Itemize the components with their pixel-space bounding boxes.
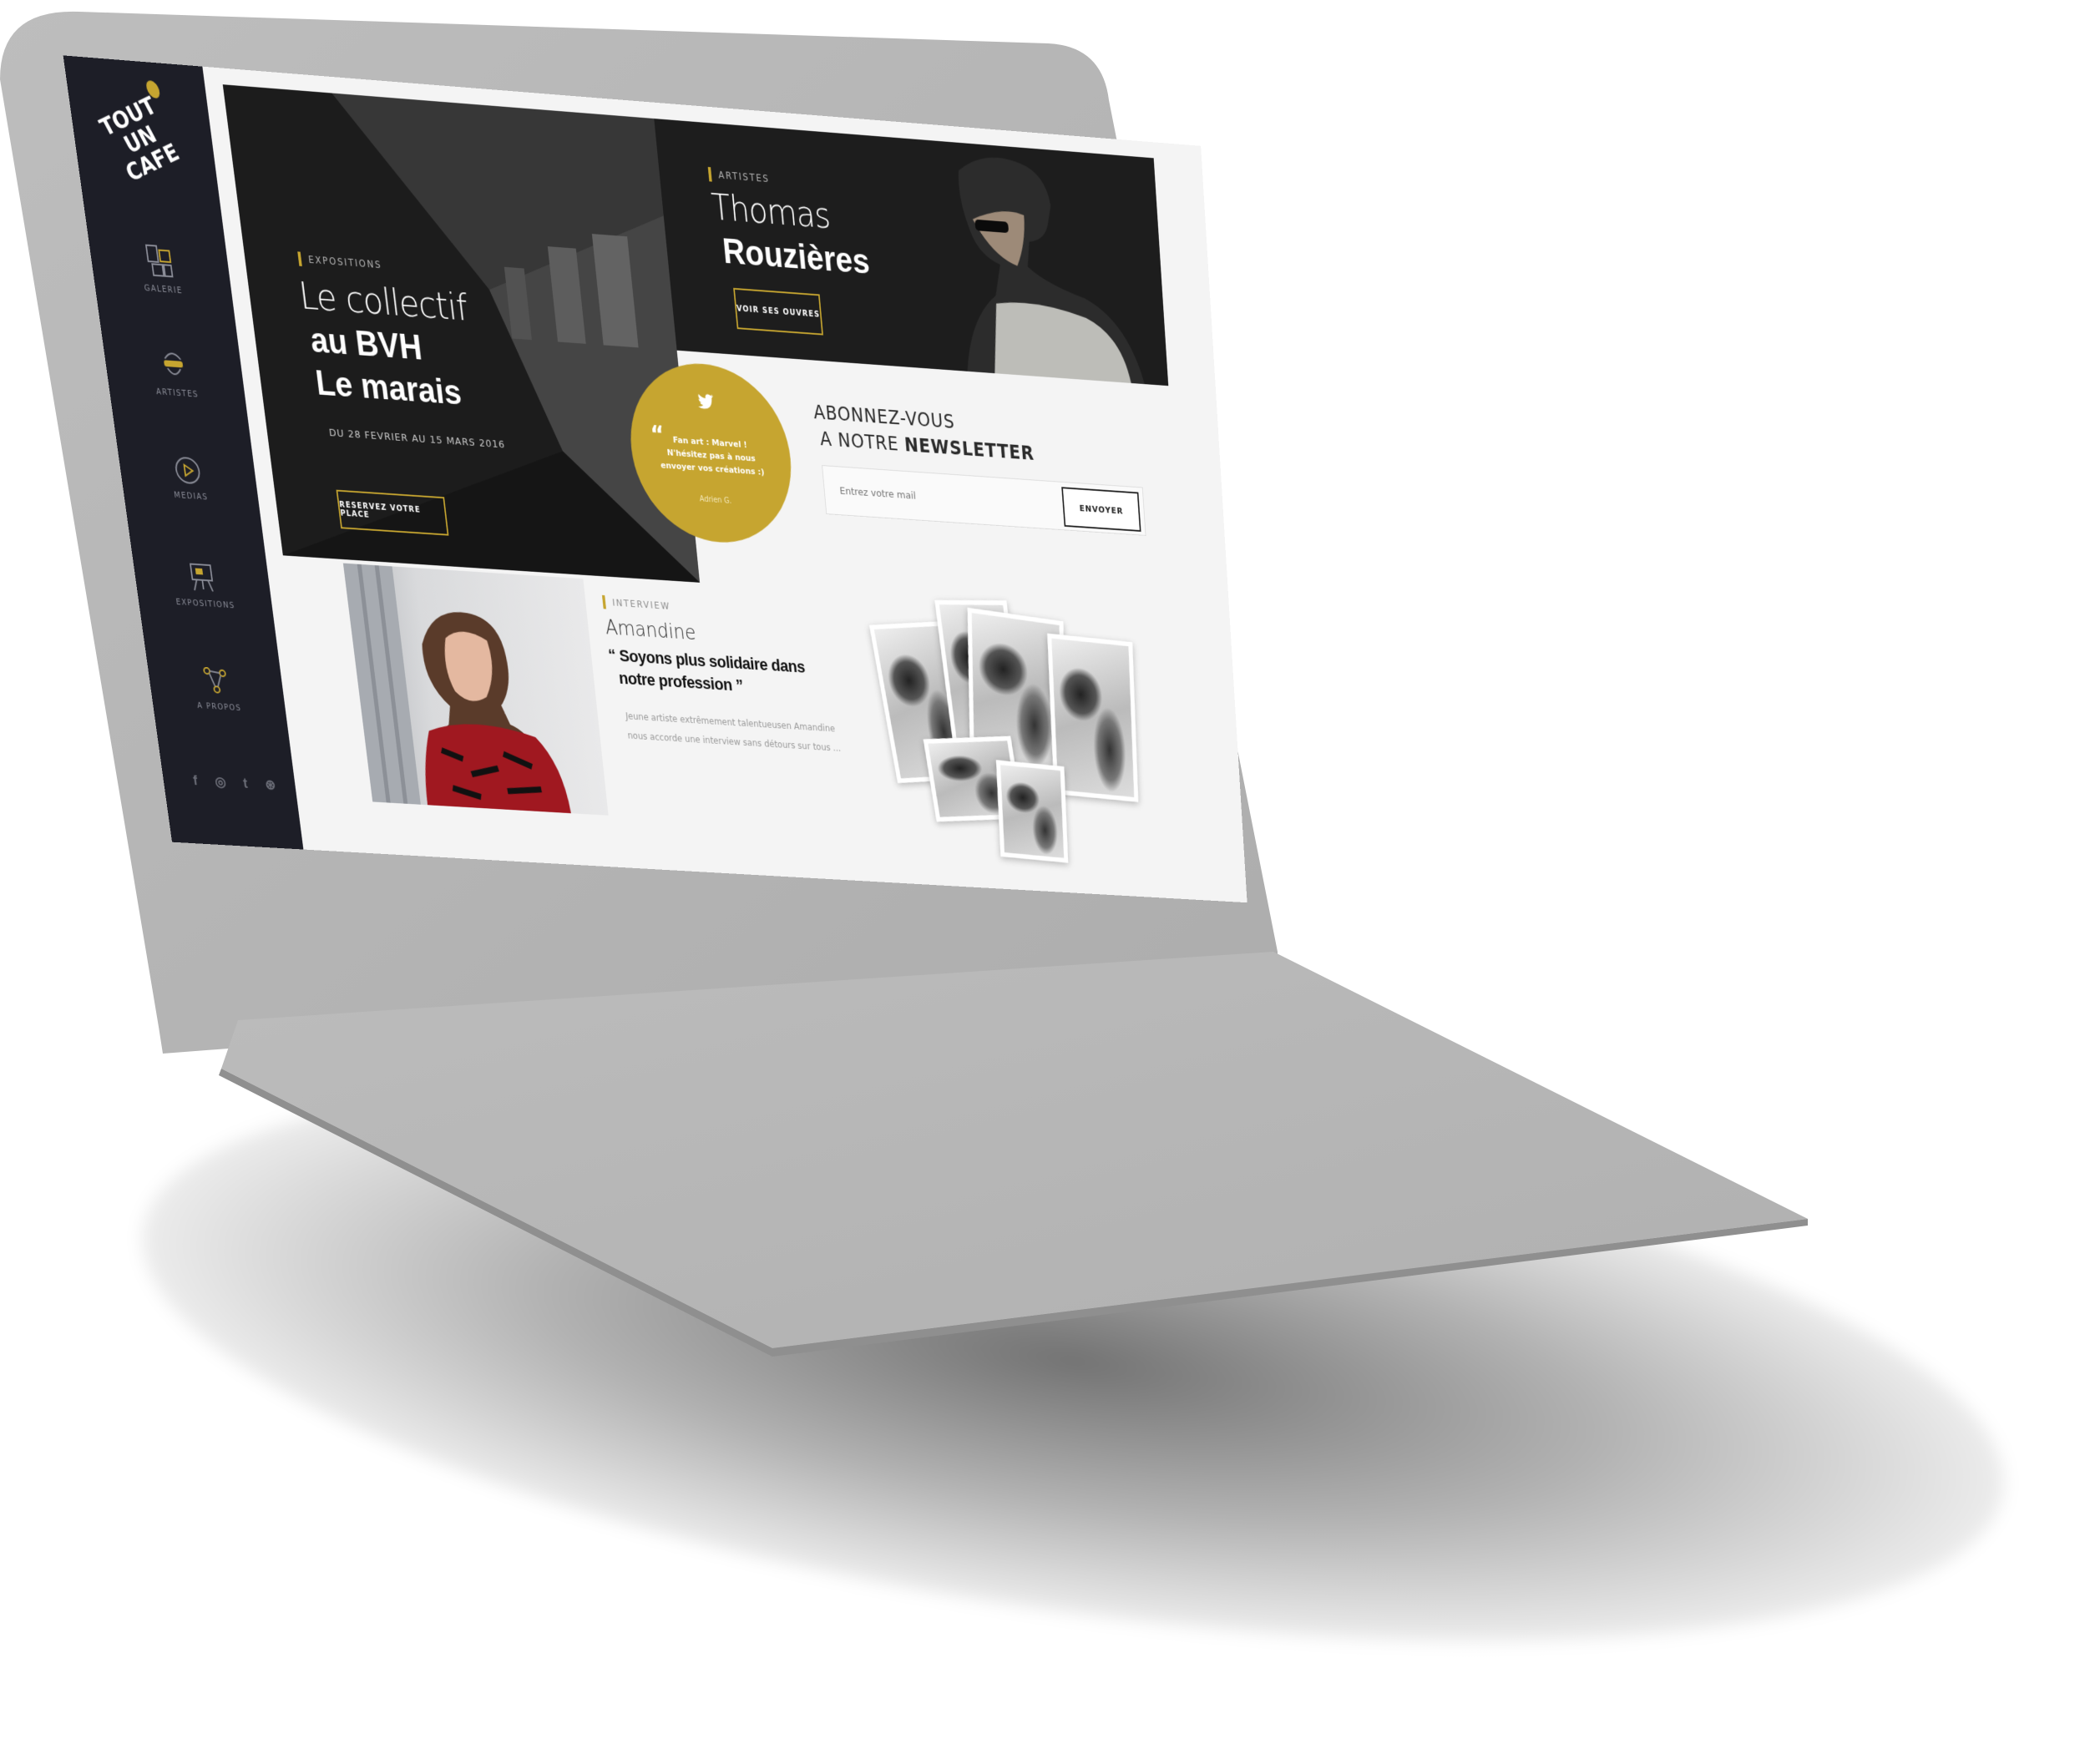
artwork-thumbnail[interactable] (996, 760, 1068, 862)
newsletter-form: ENVOYER (822, 465, 1146, 536)
gallery-icon (145, 245, 175, 279)
sidebar-item-label: GALERIE (94, 281, 232, 300)
facebook-icon[interactable]: f (186, 772, 204, 789)
instagram-icon[interactable]: ◎ (212, 774, 230, 791)
twitter-icon (697, 393, 716, 410)
sidebar-item-label: ARTISTES (109, 385, 245, 403)
sidebar-item-medias[interactable]: MEDIAS (118, 452, 259, 505)
tweet-author: Adrien G. (635, 491, 795, 510)
artist-card[interactable]: ARTISTES Thomas Rouzières VOIR SES OUVRE… (654, 119, 1168, 386)
sidebar-item-label: MEDIAS (123, 488, 259, 505)
share-nodes-icon (201, 665, 230, 696)
website-page: TOUT UN CAFE GALERIE ARTISTES MEDIAS EXP… (63, 55, 1247, 902)
laptop-base (221, 952, 1808, 1348)
sidebar-item-a-propos[interactable]: A PROPOS (147, 661, 286, 715)
exhibition-title-bold-1: au BVH (308, 321, 424, 368)
sidebar-item-label: EXPOSITIONS (138, 596, 273, 613)
easel-icon (187, 561, 216, 594)
social-links: f ◎ t ⊛ (186, 772, 279, 793)
logo[interactable]: TOUT UN CAFE (89, 89, 200, 206)
sidebar-item-artistes[interactable]: ARTISTES (104, 345, 246, 402)
reserve-button[interactable]: RESERVEZ VOTRE PLACE (337, 490, 449, 536)
dribbble-icon[interactable]: ⊛ (261, 776, 279, 793)
tumblr-icon[interactable]: t (237, 776, 255, 792)
interviewee-portrait (343, 564, 609, 816)
laptop-screen: TOUT UN CAFE GALERIE ARTISTES MEDIAS EXP… (63, 55, 1247, 902)
send-button[interactable]: ENVOYER (1061, 487, 1141, 532)
email-input[interactable] (838, 481, 1046, 515)
artwork-collage (867, 594, 1199, 872)
sidebar-item-galerie[interactable]: GALERIE (89, 240, 232, 300)
sidebar-item-label: A PROPOS (152, 699, 286, 715)
exhibition-card[interactable]: EXPOSITIONS Le collectif au BVH Le marai… (223, 84, 700, 583)
sidebar-item-expositions[interactable]: EXPOSITIONS (133, 557, 273, 613)
interview-text: INTERVIEW Amandine “ Soyons plus solidai… (602, 595, 848, 758)
newsletter-line-2-prefix: A NOTRE (819, 428, 905, 456)
see-works-button[interactable]: VOIR SES OUVRES (733, 288, 823, 336)
play-icon (173, 456, 202, 486)
interview-photo[interactable] (343, 564, 609, 816)
corridor-photo (223, 84, 700, 583)
artist-mask-icon (159, 349, 188, 382)
newsletter-title: ABONNEZ-VOUS A NOTRE NEWSLETTER (812, 399, 1035, 467)
